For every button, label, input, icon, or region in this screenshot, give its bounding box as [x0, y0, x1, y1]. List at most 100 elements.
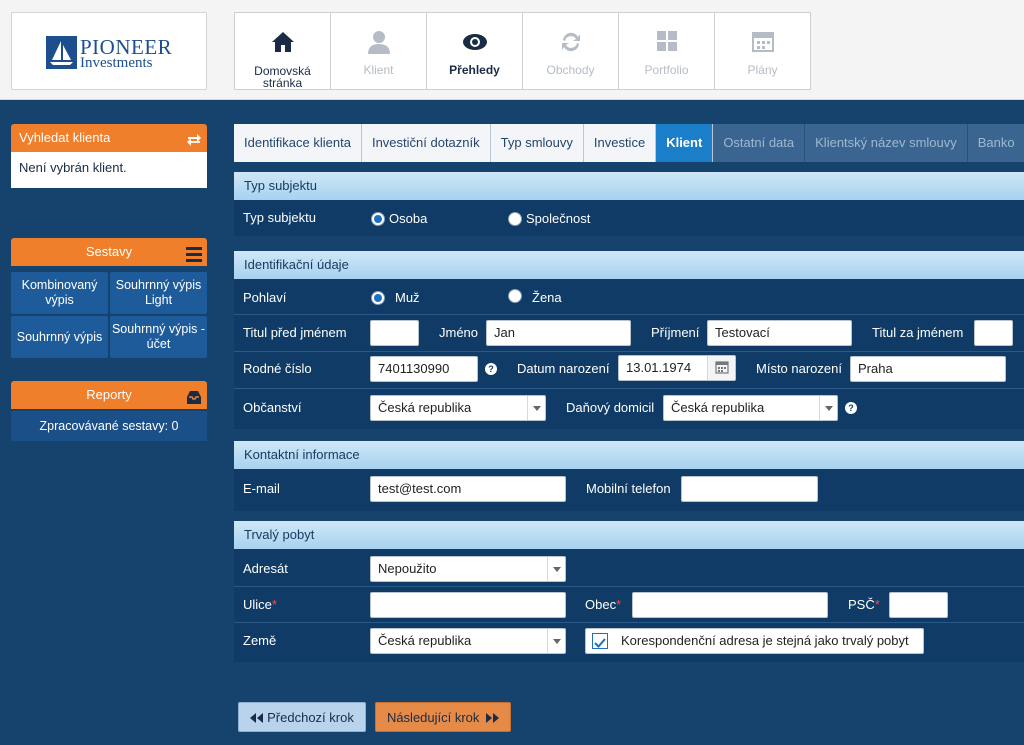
obcanstvi-value: Česká republika — [378, 400, 472, 415]
pohlavi-label: Pohlaví — [243, 290, 287, 305]
logo[interactable]: PIONEER Investments — [11, 12, 207, 90]
radio-spolecnost[interactable] — [508, 212, 522, 226]
sestava-kombinovany[interactable]: Kombinovaný výpis — [11, 272, 108, 314]
radio-muz-label: Muž — [395, 290, 420, 305]
search-client-title: Vyhledat klienta — [19, 130, 111, 145]
help-icon[interactable]: ? — [845, 402, 857, 414]
email-input[interactable]: test@test.com — [370, 476, 566, 502]
sestava-souhrnny-light[interactable]: Souhrnný výpis Light — [110, 272, 207, 314]
zeme-select[interactable]: Česká republika — [370, 628, 566, 654]
swap-icon[interactable] — [186, 130, 202, 146]
prijmeni-input[interactable]: Testovací — [707, 320, 852, 346]
ulice-label: Ulice* — [243, 597, 277, 612]
checkbox-checked-icon[interactable] — [592, 633, 608, 649]
psc-label: PSČ* — [848, 597, 880, 612]
datum-narozeni-value: 13.01.1974 — [626, 360, 692, 375]
wizard-step-typ-smlouvy[interactable]: Typ smlouvy — [490, 124, 584, 162]
titul-za-input[interactable] — [974, 320, 1013, 346]
prev-step-button[interactable]: Předchozí krok — [238, 702, 366, 732]
row-divider — [234, 388, 1024, 389]
refresh-icon — [523, 30, 618, 56]
sestava-souhrnny[interactable]: Souhrnný výpis — [11, 316, 108, 358]
wizard-step-identifikace[interactable]: Identifikace klienta — [234, 124, 362, 162]
nav-plany[interactable]: Plány — [714, 12, 811, 90]
next-step-label: Následující krok — [386, 710, 480, 725]
chevron-down-icon[interactable] — [547, 557, 565, 581]
section-trvaly-pobyt: Trvalý pobyt — [234, 521, 1024, 549]
top-bar: PIONEER Investments Domovská stránka Klie… — [0, 0, 1024, 100]
section-kontaktni: Kontaktní informace — [234, 441, 1024, 469]
radio-osoba-label: Osoba — [389, 211, 428, 226]
ulice-input[interactable] — [370, 592, 566, 618]
prev-step-label: Předchozí krok — [267, 710, 354, 725]
row-divider — [234, 314, 1024, 315]
koresp-checkbox-row[interactable]: Korespondenční adresa je stejná jako trv… — [585, 628, 924, 654]
reporty-header[interactable]: Reporty — [11, 381, 207, 409]
rodne-cislo-input[interactable]: 7401130990 — [370, 356, 478, 382]
wizard-step-investice[interactable]: Investice — [583, 124, 657, 162]
datum-narozeni-label: Datum narození — [517, 361, 610, 376]
next-step-button[interactable]: Následující krok — [375, 702, 511, 732]
radio-muz[interactable] — [371, 291, 385, 305]
section-identifikacni: Identifikační údaje — [234, 251, 1024, 279]
psc-input[interactable] — [889, 592, 948, 618]
nav-portfolio[interactable]: Portfolio — [618, 12, 715, 90]
psc-label-text: PSČ — [848, 597, 875, 612]
datum-narozeni-input[interactable]: 13.01.1974 — [618, 355, 736, 381]
wizard-step-dotaznik[interactable]: Investiční dotazník — [361, 124, 491, 162]
sestavy-grid: Kombinovaný výpis Souhrnný výpis Light S… — [11, 272, 207, 358]
titul-pred-input[interactable] — [370, 320, 419, 346]
misto-narozeni-label: Místo narození — [756, 361, 842, 376]
row-divider — [234, 351, 1024, 352]
wizard-step-nazev[interactable]: Klientský název smlouvy — [805, 124, 968, 162]
search-client-body: Není vybrán klient. — [11, 152, 207, 188]
misto-narozeni-input[interactable]: Praha — [850, 356, 1006, 382]
menu-icon[interactable] — [186, 244, 202, 262]
radio-zena[interactable] — [508, 289, 522, 303]
help-icon[interactable]: ? — [485, 363, 497, 375]
chevron-down-icon[interactable] — [527, 396, 545, 420]
calendar-icon[interactable] — [707, 356, 735, 380]
wizard-step-banko[interactable]: Banko — [967, 124, 1024, 162]
logo-subtext: Investments — [80, 55, 153, 71]
nav-prehledy[interactable]: Přehledy — [426, 12, 523, 90]
nav-klient[interactable]: Klient — [330, 12, 427, 90]
titul-pred-label: Titul před jménem — [243, 325, 347, 340]
obcanstvi-select[interactable]: Česká republika — [370, 395, 546, 421]
nav-obchody[interactable]: Obchody — [522, 12, 619, 90]
chevron-down-icon[interactable] — [819, 396, 837, 420]
sestava-souhrnny-ucet[interactable]: Souhrnný výpis - účet — [110, 316, 207, 358]
radio-spolecnost-label: Společnost — [526, 211, 591, 226]
ulice-label-text: Ulice — [243, 597, 272, 612]
prijmeni-label: Příjmení — [651, 325, 700, 340]
nav-home[interactable]: Domovská stránka — [234, 12, 331, 90]
wizard-step-klient[interactable]: Klient — [656, 124, 714, 162]
double-right-icon — [486, 704, 500, 734]
section-typ-body — [234, 200, 1024, 236]
search-client-header[interactable]: Vyhledat klienta — [11, 124, 207, 152]
rodne-cislo-label: Rodné číslo — [243, 361, 312, 376]
inbox-icon[interactable] — [186, 387, 202, 404]
ship-logo-icon — [46, 36, 77, 69]
user-icon — [331, 30, 426, 56]
adresat-label: Adresát — [243, 561, 288, 576]
email-label: E-mail — [243, 481, 280, 496]
chevron-down-icon[interactable] — [547, 629, 565, 653]
wizard-step-ostatni[interactable]: Ostatní data — [713, 124, 806, 162]
adresat-select[interactable]: Nepoužito — [370, 556, 566, 582]
danovy-domicil-value: Česká republika — [671, 400, 765, 415]
danovy-domicil-select[interactable]: Česká republika — [663, 395, 838, 421]
adresat-value: Nepoužito — [378, 561, 437, 576]
obec-input[interactable] — [632, 592, 828, 618]
obec-label: Obec* — [585, 597, 622, 612]
wizard-steps: Identifikace klienta Investiční dotazník… — [234, 124, 1024, 162]
mobil-input[interactable] — [681, 476, 818, 502]
calendar-icon — [715, 30, 810, 56]
sestavy-header[interactable]: Sestavy — [11, 238, 207, 266]
jmeno-input[interactable]: Jan — [486, 320, 631, 346]
reporty-body: Zpracovávané sestavy: 0 — [11, 411, 207, 441]
danovy-domicil-label: Daňový domicil — [566, 400, 655, 415]
zeme-value: Česká republika — [378, 633, 472, 648]
radio-osoba[interactable] — [371, 212, 385, 226]
sestavy-title: Sestavy — [85, 244, 133, 259]
